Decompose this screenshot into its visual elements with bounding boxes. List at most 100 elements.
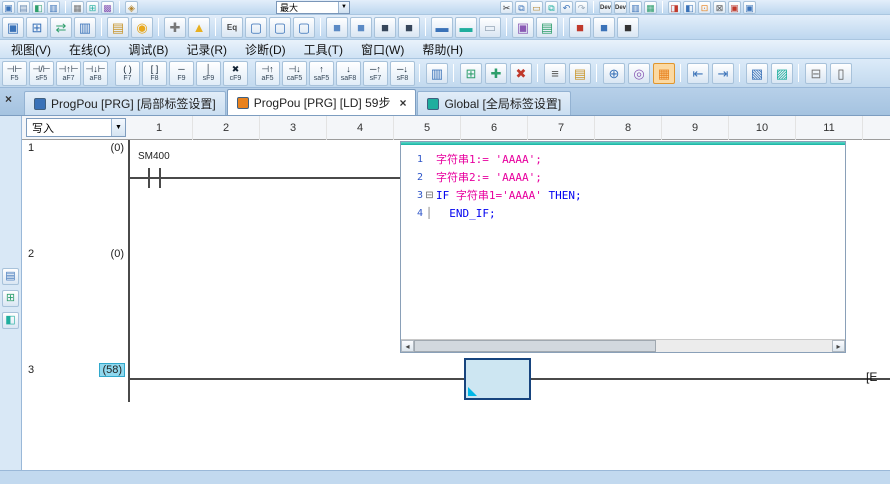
menu-item[interactable]: 诊断(D) xyxy=(236,40,295,59)
plc-run-icon[interactable]: ◧ xyxy=(683,1,696,14)
block3-icon[interactable]: ■ xyxy=(374,17,396,38)
close-window-icon[interactable]: ⊠ xyxy=(713,1,726,14)
st-code-area[interactable]: 1字符串1:= 'AAAA';2字符串2:= 'AAAA';3⊟IF 字符串1=… xyxy=(401,145,845,339)
note-icon[interactable]: ▤ xyxy=(569,63,591,84)
tab[interactable]: ProgPou [PRG] [局部标签设置] xyxy=(24,91,226,115)
ladder-symbol-saF8[interactable]: ↓saF8 xyxy=(336,61,361,86)
purple-tool-icon[interactable]: ▣ xyxy=(512,17,534,38)
red-block-icon[interactable]: ■ xyxy=(569,17,591,38)
window-list-icon[interactable]: ▦ xyxy=(71,1,84,14)
cross-reference-icon[interactable]: ⇄ xyxy=(50,17,72,38)
new-window-icon[interactable]: ⊞ xyxy=(26,17,48,38)
statement-icon[interactable]: ≡ xyxy=(544,63,566,84)
nav-view-icon[interactable]: ◧ xyxy=(2,312,19,329)
ladder-symbol-aF5[interactable]: ⊣↑aF5 xyxy=(255,61,280,86)
ladder-symbol-sF9[interactable]: │sF9 xyxy=(196,61,221,86)
dark-block-icon[interactable]: ■ xyxy=(617,17,639,38)
panel-close-icon[interactable]: × xyxy=(5,92,12,106)
block2-icon[interactable]: ■ xyxy=(350,17,372,38)
menu-item[interactable]: 调试(B) xyxy=(119,40,177,59)
ladder-symbol-F5[interactable]: ⊣⊢F5 xyxy=(2,61,27,86)
ladder-symbol-sF5[interactable]: ⊣/⊢sF5 xyxy=(29,61,54,86)
device-list-icon[interactable]: ▥ xyxy=(74,17,96,38)
tab[interactable]: Global [全局标签设置] xyxy=(417,91,571,115)
ladder-symbol-saF5[interactable]: ↑saF5 xyxy=(309,61,334,86)
nav-add-icon[interactable]: ⊞ xyxy=(2,290,19,307)
menu-item[interactable]: 窗口(W) xyxy=(352,40,413,59)
bar2-icon[interactable]: ▬ xyxy=(455,17,477,38)
st-h-scrollbar[interactable]: ◂ ▸ xyxy=(401,339,845,352)
device-write-icon[interactable]: Dev xyxy=(614,1,627,14)
open-project-icon[interactable]: ▤ xyxy=(17,1,30,14)
tab[interactable]: ProgPou [PRG] [LD] 59步× xyxy=(227,89,417,115)
scroll-track[interactable] xyxy=(414,340,832,352)
st-line[interactable]: 1字符串1:= 'AAAA'; xyxy=(401,150,845,168)
monitor-icon[interactable]: ▥ xyxy=(629,1,642,14)
verify-icon[interactable]: ▦ xyxy=(644,1,657,14)
ladder-symbol-sF8[interactable]: ─↓sF8 xyxy=(390,61,415,86)
block4-icon[interactable]: ■ xyxy=(398,17,420,38)
device-search-icon[interactable]: ◎ xyxy=(628,63,650,84)
pattern1-icon[interactable]: ▧ xyxy=(746,63,768,84)
menu-item[interactable]: 工具(T) xyxy=(295,40,352,59)
plc-stop-icon[interactable]: ◨ xyxy=(668,1,681,14)
alert-icon[interactable]: ▲ xyxy=(188,17,210,38)
zoom-icon[interactable]: ⊕ xyxy=(603,63,625,84)
scroll-right-icon[interactable]: ▸ xyxy=(832,340,845,352)
ladder-symbol-F9[interactable]: ─F9 xyxy=(169,61,194,86)
bar3-icon[interactable]: ▭ xyxy=(479,17,501,38)
print-icon[interactable]: ▥ xyxy=(47,1,60,14)
frame-window1-icon[interactable]: ▢ xyxy=(245,17,267,38)
st-line[interactable]: 2字符串2:= 'AAAA'; xyxy=(401,168,845,186)
redo-icon[interactable]: ↷ xyxy=(575,1,588,14)
collapse-icon[interactable]: ⊟ xyxy=(805,63,827,84)
ladder-symbol-aF8[interactable]: ⊣↓⊢aF8 xyxy=(83,61,108,86)
green-tool-icon[interactable]: ▤ xyxy=(536,17,558,38)
combo-dropdown-icon[interactable]: ▼ xyxy=(338,2,349,13)
ladder-symbol-caF5[interactable]: ⊣↓caF5 xyxy=(282,61,307,86)
st-line[interactable]: 3⊟IF 字符串1='AAAA' THEN; xyxy=(401,186,845,204)
inline-st-editor[interactable]: 1字符串1:= 'AAAA';2字符串2:= 'AAAA';3⊟IF 字符串1=… xyxy=(400,141,846,353)
undo-icon[interactable]: ↶ xyxy=(560,1,573,14)
jump-end-icon[interactable]: ⇥ xyxy=(712,63,734,84)
tab-close-icon[interactable]: × xyxy=(399,96,406,110)
pattern2-icon[interactable]: ▨ xyxy=(771,63,793,84)
st-line[interactable]: 4│ END_IF; xyxy=(401,204,845,222)
scroll-left-icon[interactable]: ◂ xyxy=(401,340,414,352)
save-icon[interactable]: ◧ xyxy=(32,1,45,14)
jump-start-icon[interactable]: ⇤ xyxy=(687,63,709,84)
blue-tool-icon[interactable]: ▣ xyxy=(743,1,756,14)
red-tool-icon[interactable]: ▣ xyxy=(728,1,741,14)
ladder-symbol-F7[interactable]: ( )F7 xyxy=(115,61,140,86)
device-read-icon[interactable]: Dev xyxy=(599,1,612,14)
insert-column-icon[interactable]: ✚ xyxy=(485,63,507,84)
cut-icon[interactable]: ✂ xyxy=(500,1,513,14)
grid-icon[interactable]: ▩ xyxy=(101,1,114,14)
paste-special-icon[interactable]: ⧉ xyxy=(545,1,558,14)
project-view-icon[interactable]: ▣ xyxy=(2,17,24,38)
frame-window3-icon[interactable]: ▢ xyxy=(293,17,315,38)
folder-icon[interactable]: ▤ xyxy=(107,17,129,38)
mode-dropdown-icon[interactable]: ▼ xyxy=(111,119,125,136)
insert-row-icon[interactable]: ⊞ xyxy=(460,63,482,84)
outline-icon[interactable]: ▯ xyxy=(830,63,852,84)
ladder-symbol-F8[interactable]: [ ]F8 xyxy=(142,61,167,86)
menu-item[interactable]: 视图(V) xyxy=(2,40,60,59)
ladder-symbol-aF7[interactable]: ⊣↑⊢aF7 xyxy=(56,61,81,86)
new-project-icon[interactable]: ▣ xyxy=(2,1,15,14)
blue-block-icon[interactable]: ■ xyxy=(593,17,615,38)
ladder-symbol-sF7[interactable]: ─↑sF7 xyxy=(363,61,388,86)
ladder-symbol-cF9[interactable]: ✖cF9 xyxy=(223,61,248,86)
end-instruction[interactable]: [E xyxy=(866,370,877,384)
ladder-canvas[interactable]: SM400 [E 1字符串1:= 'AAAA';2字符串2:= 'AAAA';3… xyxy=(22,140,890,470)
inline-st-icon[interactable]: ▦ xyxy=(653,63,675,84)
menu-item[interactable]: 在线(O) xyxy=(60,40,119,59)
block1-icon[interactable]: ■ xyxy=(326,17,348,38)
scroll-thumb[interactable] xyxy=(414,340,656,352)
mode-dropdown[interactable]: 写入 ▼ xyxy=(26,118,126,137)
bar1-icon[interactable]: ▬ xyxy=(431,17,453,38)
watch-icon[interactable]: ⊡ xyxy=(698,1,711,14)
eq-monitor-icon[interactable]: Eq xyxy=(221,17,243,38)
zoom-combo[interactable]: 最大 ▼ xyxy=(276,1,350,14)
fold-collapse-icon[interactable]: ⊟ xyxy=(423,190,436,201)
